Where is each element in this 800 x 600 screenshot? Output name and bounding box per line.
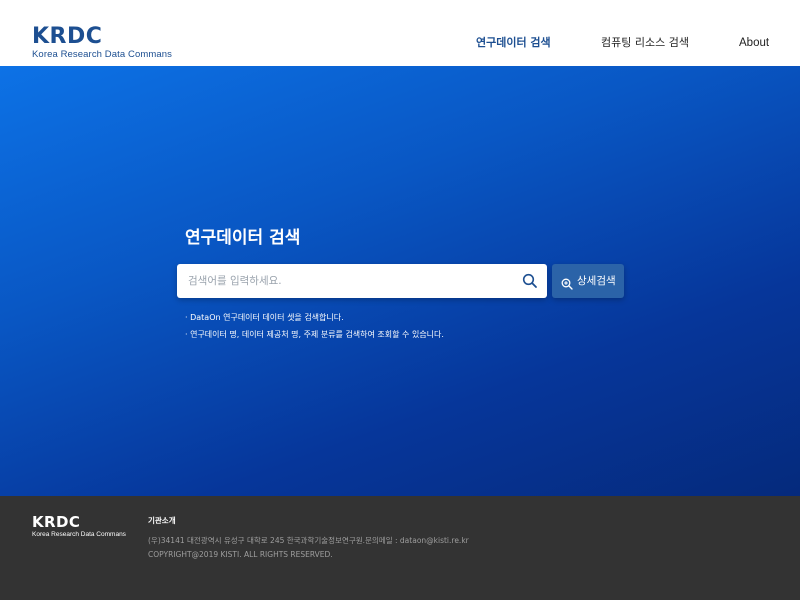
nav-computing-resource-search[interactable]: 컴퓨팅 리소스 검색 (601, 36, 689, 50)
site-footer: KRDC Korea Research Data Commans 기관소개 (우… (0, 496, 800, 600)
footer-copyright: COPYRIGHT@2019 KISTI. ALL RIGHTS RESERVE… (148, 550, 333, 559)
hero-section: 연구데이터 검색 상세검색 · DataOn 연구데이터 데이터 셋을 검색합니… (0, 66, 800, 496)
advanced-search-button[interactable]: 상세검색 (552, 264, 624, 298)
page-title: 연구데이터 검색 (185, 228, 301, 248)
search-input[interactable] (177, 264, 517, 298)
search-hint-fields: · 연구데이터 명, 데이터 제공처 명, 주제 분류를 검색하여 조회할 수 … (185, 330, 444, 339)
logo-subtitle: Korea Research Data Commans (32, 49, 172, 60)
footer-logo-title: KRDC (32, 513, 81, 531)
search-hint-dataon: · DataOn 연구데이터 데이터 셋을 검색합니다. (185, 313, 344, 322)
search-box (177, 264, 547, 298)
site-logo[interactable]: KRDC Korea Research Data Commans (32, 24, 172, 61)
logo-title: KRDC (32, 24, 103, 49)
footer-logo: KRDC Korea Research Data Commans (32, 514, 126, 539)
nav-about[interactable]: About (739, 36, 769, 50)
footer-address: (우)34141 대전광역시 유성구 대학로 245 한국과학기술정보연구원.문… (148, 536, 469, 545)
nav-research-data-search[interactable]: 연구데이터 검색 (476, 36, 551, 50)
zoom-in-icon (561, 275, 573, 290)
site-header: KRDC Korea Research Data Commans 연구데이터 검… (0, 0, 800, 66)
footer-logo-subtitle: Korea Research Data Commans (32, 531, 126, 538)
search-icon[interactable] (521, 272, 539, 290)
advanced-search-label: 상세검색 (577, 275, 616, 287)
footer-intro-link[interactable]: 기관소개 (148, 516, 176, 526)
